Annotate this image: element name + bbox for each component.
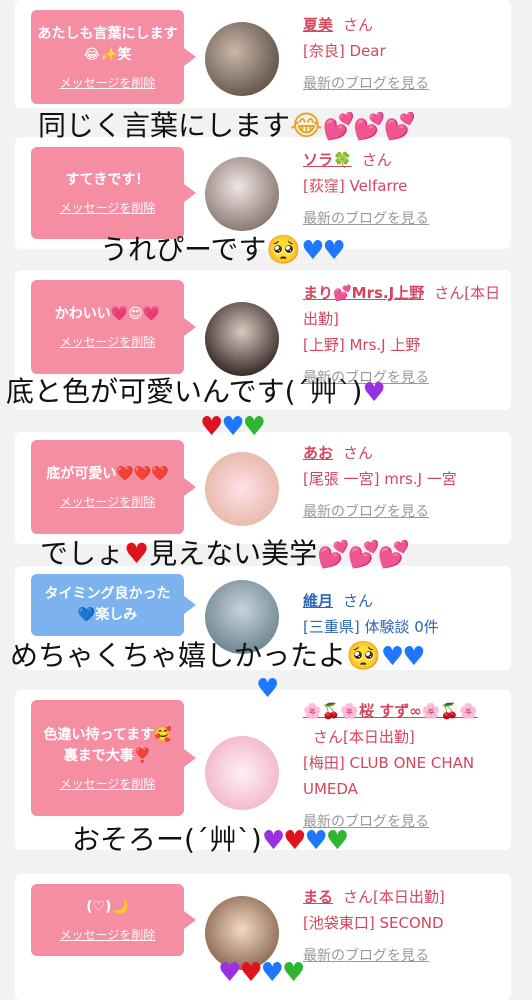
shop-label: [上野] Mrs.J 上野 xyxy=(303,336,421,354)
message-bubble: あたしも言葉にします😂✨笑 メッセージを削除 xyxy=(31,10,196,104)
latest-blog-link[interactable]: 最新のブログを見る xyxy=(303,504,429,520)
message-text: すてきです！ xyxy=(65,172,150,188)
overlay-caption: おそろー(´艸`)♥♥♥♥ xyxy=(72,818,349,858)
delete-message-link[interactable]: メッセージを削除 xyxy=(60,775,156,792)
delete-message-link[interactable]: メッセージを削除 xyxy=(60,333,156,350)
message-bubble: かわいい💗😍💗 メッセージを削除 xyxy=(31,280,196,374)
hearts-row: ♥♥♥ xyxy=(200,412,266,442)
message-text: (♡)🌙 xyxy=(86,899,129,915)
sender-info: 維月 さん [三重県] 体験談 0件 xyxy=(303,588,503,640)
caption-text: おそろー(´艸`) xyxy=(72,823,262,856)
laughing-emoji-icon: 😂 xyxy=(290,109,323,142)
honorific: さん xyxy=(343,16,374,34)
green-heart-icon: ♥ xyxy=(242,412,266,442)
caption-text: 見えない美学 xyxy=(149,537,318,570)
caption-text: めちゃくちゃ嬉しかったよ xyxy=(10,639,347,672)
hearts-row: ♥♥♥♥ xyxy=(261,826,349,856)
message-text: かわいい💗😍💗 xyxy=(54,306,161,322)
overlay-caption: 同じく言葉にします😂💕💕💕 xyxy=(38,104,416,144)
honorific: さん xyxy=(343,592,374,610)
avatar[interactable] xyxy=(205,22,279,96)
green-heart-icon: ♥ xyxy=(281,958,305,988)
sender-name[interactable]: まる xyxy=(303,888,333,906)
shop-label: [奈良] Dear xyxy=(303,42,386,60)
honorific: さん xyxy=(361,151,392,169)
latest-blog-link[interactable]: 最新のブログを見る xyxy=(303,76,429,92)
avatar[interactable] xyxy=(205,302,279,376)
honorific: さん xyxy=(343,444,374,462)
delete-message-link[interactable]: メッセージを削除 xyxy=(60,74,156,91)
red-heart-icon: ♥ xyxy=(124,537,150,570)
sender-name[interactable]: 🌸🍒🌸桜 すず∞🌸🍒🌸 xyxy=(303,702,478,720)
message-bubble: (♡)🌙 メッセージを削除 xyxy=(31,884,196,956)
pink-hearts-icon: 💕💕💕 xyxy=(322,112,416,142)
message-bubble: 色違い持ってます🥰裏まで大事❣️ メッセージを削除 xyxy=(31,700,196,816)
honorific: さん[本日出勤] xyxy=(343,888,445,906)
sender-info: 夏美 さん [奈良] Dear 最新のブログを見る xyxy=(303,12,503,97)
caption-text: 同じく言葉にします xyxy=(38,109,291,142)
sender-info: 🌸🍒🌸桜 すず∞🌸🍒🌸 さん[本日出勤] [梅田] CLUB ONE CHAN … xyxy=(303,698,503,835)
message-text: 色違い持ってます🥰裏まで大事❣️ xyxy=(43,726,172,764)
blue-heart-icon: ♥ xyxy=(260,958,284,988)
message-bubble: すてきです！ メッセージを削除 xyxy=(31,147,196,239)
message-card: 底が可愛い❤️❤️❤️ メッセージを削除 あお さん [尾張 一宮] mrs.J … xyxy=(15,432,511,544)
overlay-caption: うれぴーです🥺♥♥ xyxy=(100,228,346,268)
avatar[interactable] xyxy=(205,157,279,231)
shop-label: [池袋東口] SECOND xyxy=(303,914,444,932)
shop-label: [荻窪] Velfarre xyxy=(303,177,408,195)
message-text: タイミング良かった💙楽しみ xyxy=(44,586,171,623)
sender-info: まる さん[本日出勤] [池袋東口] SECOND 最新のブログを見る xyxy=(303,884,503,969)
message-bubble: 底が可愛い❤️❤️❤️ メッセージを削除 xyxy=(31,440,196,534)
sender-name[interactable]: 夏美 xyxy=(303,16,333,34)
sender-name[interactable]: 維月 xyxy=(303,592,333,610)
latest-blog-link[interactable]: 最新のブログを見る xyxy=(303,211,429,227)
shop-label: [梅田] CLUB ONE CHAN UMEDA xyxy=(303,754,475,798)
overlay-caption: めちゃくちゃ嬉しかったよ🥺♥♥ xyxy=(10,634,426,674)
shop-label: [尾張 一宮] mrs.J 一宮 xyxy=(303,470,457,488)
sender-info: ソラ🍀 さん [荻窪] Velfarre 最新のブログを見る xyxy=(303,147,503,232)
delete-message-link[interactable]: メッセージを削除 xyxy=(60,493,156,510)
message-bubble: タイミング良かった💙楽しみ xyxy=(31,574,196,636)
sender-name[interactable]: ソラ🍀 xyxy=(303,151,352,169)
blue-hearts-icon: ♥♥ xyxy=(380,642,426,672)
message-text: 底が可愛い❤️❤️❤️ xyxy=(46,466,169,482)
blue-hearts-icon: ♥♥ xyxy=(301,236,346,266)
honorific: さん[本日出勤] xyxy=(313,728,415,746)
red-heart-icon: ♥ xyxy=(200,412,223,442)
delete-message-link[interactable]: メッセージを削除 xyxy=(60,926,156,943)
pleading-emoji-icon: 🥺 xyxy=(346,639,381,672)
purple-heart-icon: ♥ xyxy=(362,378,385,408)
blue-heart-icon: ♥ xyxy=(256,674,279,704)
avatar[interactable] xyxy=(205,452,279,526)
caption-text: でしょ xyxy=(40,537,125,570)
blue-heart-icon: ♥ xyxy=(221,412,244,442)
pink-hearts-icon: 💕💕💕 xyxy=(317,540,410,570)
sender-name[interactable]: あお xyxy=(303,444,333,462)
overlay-caption: でしょ♥見えない美学💕💕💕 xyxy=(40,532,410,572)
sender-name[interactable]: まり💕Mrs.J上野 xyxy=(303,284,424,302)
latest-blog-link[interactable]: 最新のブログを見る xyxy=(303,948,429,964)
purple-heart-icon: ♥ xyxy=(218,958,241,988)
red-heart-icon: ♥ xyxy=(239,958,262,988)
hearts-row: ♥♥♥♥ xyxy=(218,958,305,988)
avatar[interactable] xyxy=(205,736,279,810)
caption-text: うれぴーです xyxy=(100,233,267,266)
caption-text: 底と色が可愛いんです(´艸`) xyxy=(6,375,363,408)
delete-message-link[interactable]: メッセージを削除 xyxy=(60,199,156,216)
pleading-emoji-icon: 🥺 xyxy=(266,233,302,266)
sender-info: あお さん [尾張 一宮] mrs.J 一宮 最新のブログを見る xyxy=(303,440,503,525)
overlay-caption: 底と色が可愛いんです(´艸`)♥ xyxy=(6,370,386,410)
message-text: あたしも言葉にします😂✨笑 xyxy=(37,25,178,63)
message-card: あたしも言葉にします😂✨笑 メッセージを削除 夏美 さん [奈良] Dear 最新… xyxy=(15,0,511,108)
